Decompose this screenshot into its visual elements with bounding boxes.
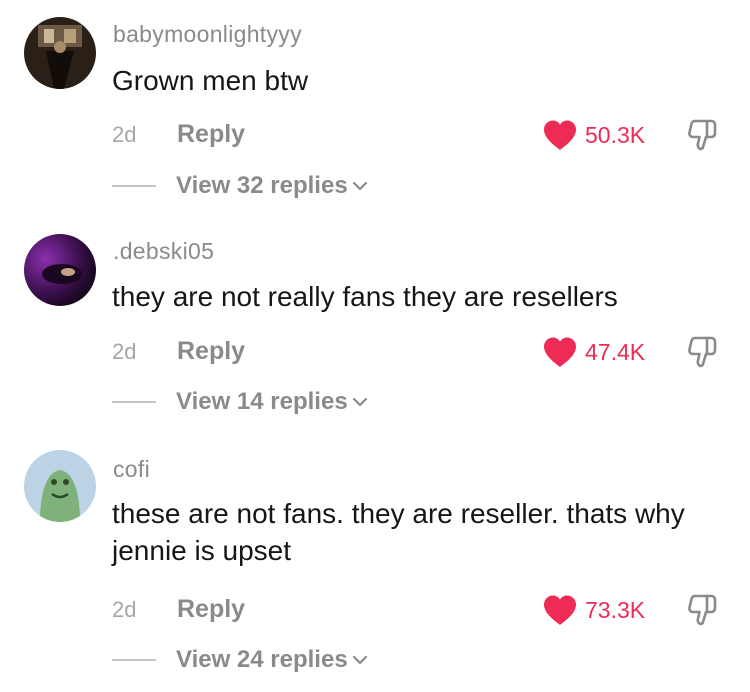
reply-button[interactable]: Reply [177, 595, 245, 624]
like-button[interactable]: 73.3K [542, 592, 645, 628]
avatar[interactable] [24, 234, 96, 306]
chevron-down-icon [352, 397, 367, 407]
like-button[interactable]: 47.4K [542, 334, 645, 370]
replies-divider [112, 185, 156, 187]
username[interactable]: .debski05 [113, 238, 214, 265]
thumbs-down-icon[interactable] [684, 117, 720, 153]
like-count: 47.4K [585, 338, 646, 365]
like-count: 50.3K [585, 121, 646, 148]
heart-icon [544, 595, 576, 625]
heart-icon [544, 120, 576, 150]
comment-date: 2d [112, 339, 137, 364]
view-replies-label: View 24 replies [176, 646, 348, 673]
chevron-down-icon [352, 655, 367, 665]
chevron-down-icon [352, 181, 367, 191]
thumbs-down-icon[interactable] [684, 334, 720, 370]
like-count: 73.3K [585, 596, 646, 623]
comment-text: they are not really fans they are resell… [112, 281, 618, 312]
reply-button[interactable]: Reply [177, 337, 245, 366]
view-replies-button[interactable]: View 24 replies [176, 646, 368, 674]
replies-divider [112, 401, 156, 403]
thumbs-down-icon[interactable] [684, 592, 720, 628]
avatar[interactable] [24, 450, 96, 522]
avatar[interactable] [24, 17, 96, 89]
comment-text: Grown men btw [112, 65, 309, 96]
replies-divider [112, 659, 156, 661]
comment-date: 2d [112, 597, 137, 622]
comment-date: 2d [112, 122, 137, 147]
view-replies-label: View 14 replies [176, 388, 348, 415]
username[interactable]: cofi [113, 456, 150, 483]
heart-icon [544, 337, 576, 367]
view-replies-button[interactable]: View 32 replies [176, 172, 368, 200]
view-replies-button[interactable]: View 14 replies [176, 388, 368, 416]
reply-button[interactable]: Reply [177, 120, 245, 149]
username[interactable]: babymoonlightyyy [113, 21, 302, 48]
like-button[interactable]: 50.3K [542, 117, 645, 153]
view-replies-label: View 32 replies [176, 172, 348, 199]
comment-text: these are not fans. they are reseller. t… [112, 498, 685, 566]
